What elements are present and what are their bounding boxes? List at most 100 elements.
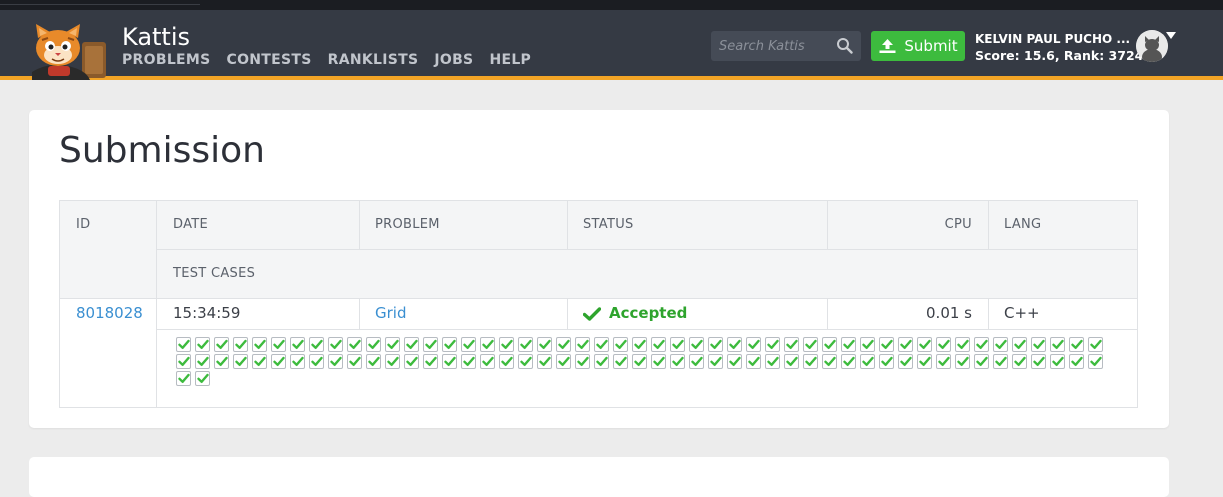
test-case-box[interactable] <box>917 337 932 352</box>
problem-link[interactable]: Grid <box>359 298 567 329</box>
test-case-box[interactable] <box>1031 337 1046 352</box>
submission-id-link[interactable]: 8018028 <box>60 298 156 329</box>
test-case-box[interactable] <box>1088 354 1103 369</box>
test-case-box[interactable] <box>290 337 305 352</box>
test-case-box[interactable] <box>860 337 875 352</box>
test-case-box[interactable] <box>195 371 210 386</box>
test-case-box[interactable] <box>898 337 913 352</box>
test-case-box[interactable] <box>423 337 438 352</box>
test-case-box[interactable] <box>252 337 267 352</box>
test-case-box[interactable] <box>347 337 362 352</box>
test-case-box[interactable] <box>727 337 742 352</box>
test-case-box[interactable] <box>784 354 799 369</box>
submit-button[interactable]: Submit <box>871 31 965 61</box>
test-case-box[interactable] <box>461 337 476 352</box>
test-case-box[interactable] <box>385 354 400 369</box>
test-case-box[interactable] <box>195 337 210 352</box>
test-case-box[interactable] <box>575 354 590 369</box>
test-case-box[interactable] <box>1069 354 1084 369</box>
test-case-box[interactable] <box>480 337 495 352</box>
test-case-box[interactable] <box>309 337 324 352</box>
test-case-box[interactable] <box>936 354 951 369</box>
test-case-box[interactable] <box>1050 354 1065 369</box>
test-case-box[interactable] <box>689 354 704 369</box>
test-case-box[interactable] <box>936 337 951 352</box>
test-case-box[interactable] <box>1069 337 1084 352</box>
test-case-box[interactable] <box>214 337 229 352</box>
test-case-box[interactable] <box>214 354 229 369</box>
test-case-box[interactable] <box>727 354 742 369</box>
test-case-box[interactable] <box>366 337 381 352</box>
test-case-box[interactable] <box>461 354 476 369</box>
test-case-box[interactable] <box>632 337 647 352</box>
test-case-box[interactable] <box>290 354 305 369</box>
test-case-box[interactable] <box>651 337 666 352</box>
test-case-box[interactable] <box>575 337 590 352</box>
test-case-box[interactable] <box>385 337 400 352</box>
test-case-box[interactable] <box>442 337 457 352</box>
search-input[interactable] <box>711 31 837 61</box>
test-case-box[interactable] <box>708 337 723 352</box>
test-case-box[interactable] <box>1012 337 1027 352</box>
test-case-box[interactable] <box>841 354 856 369</box>
kattis-logo-icon[interactable] <box>28 22 112 82</box>
test-case-box[interactable] <box>176 371 191 386</box>
test-case-box[interactable] <box>803 337 818 352</box>
menu-item-ranklists[interactable]: RANKLISTS <box>328 52 419 68</box>
test-case-box[interactable] <box>632 354 647 369</box>
test-case-box[interactable] <box>784 337 799 352</box>
user-menu-caret-icon[interactable] <box>1166 32 1176 39</box>
test-case-box[interactable] <box>670 337 685 352</box>
test-case-box[interactable] <box>176 337 191 352</box>
test-case-box[interactable] <box>1088 337 1103 352</box>
test-case-box[interactable] <box>651 354 666 369</box>
test-case-box[interactable] <box>841 337 856 352</box>
test-case-box[interactable] <box>195 354 210 369</box>
test-case-box[interactable] <box>423 354 438 369</box>
avatar[interactable] <box>1136 30 1168 62</box>
test-case-box[interactable] <box>271 354 286 369</box>
test-case-box[interactable] <box>309 354 324 369</box>
test-case-box[interactable] <box>1012 354 1027 369</box>
test-case-box[interactable] <box>822 337 837 352</box>
menu-item-contests[interactable]: CONTESTS <box>227 52 312 68</box>
menu-item-help[interactable]: HELP <box>489 52 531 68</box>
user-info[interactable]: KELVIN PAUL PUCHO ... Score: 15.6, Rank:… <box>975 31 1152 64</box>
test-case-box[interactable] <box>613 337 628 352</box>
test-case-box[interactable] <box>176 354 191 369</box>
test-case-box[interactable] <box>328 354 343 369</box>
test-case-box[interactable] <box>499 337 514 352</box>
test-case-box[interactable] <box>879 337 894 352</box>
test-case-box[interactable] <box>366 354 381 369</box>
test-case-box[interactable] <box>746 354 761 369</box>
test-case-box[interactable] <box>556 354 571 369</box>
test-case-box[interactable] <box>233 354 248 369</box>
test-case-box[interactable] <box>518 337 533 352</box>
test-case-box[interactable] <box>898 354 913 369</box>
test-case-box[interactable] <box>860 354 875 369</box>
test-case-box[interactable] <box>271 337 286 352</box>
test-case-box[interactable] <box>233 337 248 352</box>
test-case-box[interactable] <box>689 337 704 352</box>
test-case-box[interactable] <box>955 354 970 369</box>
test-case-box[interactable] <box>765 354 780 369</box>
test-case-box[interactable] <box>556 337 571 352</box>
test-case-box[interactable] <box>537 354 552 369</box>
test-case-box[interactable] <box>537 337 552 352</box>
test-case-box[interactable] <box>993 337 1008 352</box>
test-case-box[interactable] <box>993 354 1008 369</box>
test-case-box[interactable] <box>404 337 419 352</box>
test-case-box[interactable] <box>594 337 609 352</box>
menu-item-jobs[interactable]: JOBS <box>434 52 473 68</box>
test-case-box[interactable] <box>974 354 989 369</box>
menu-item-problems[interactable]: PROBLEMS <box>122 52 211 68</box>
test-case-box[interactable] <box>1050 337 1065 352</box>
test-case-box[interactable] <box>803 354 818 369</box>
test-case-box[interactable] <box>499 354 514 369</box>
test-case-box[interactable] <box>974 337 989 352</box>
test-case-box[interactable] <box>708 354 723 369</box>
test-case-box[interactable] <box>765 337 780 352</box>
test-case-box[interactable] <box>879 354 894 369</box>
test-case-box[interactable] <box>1031 354 1046 369</box>
test-case-box[interactable] <box>404 354 419 369</box>
